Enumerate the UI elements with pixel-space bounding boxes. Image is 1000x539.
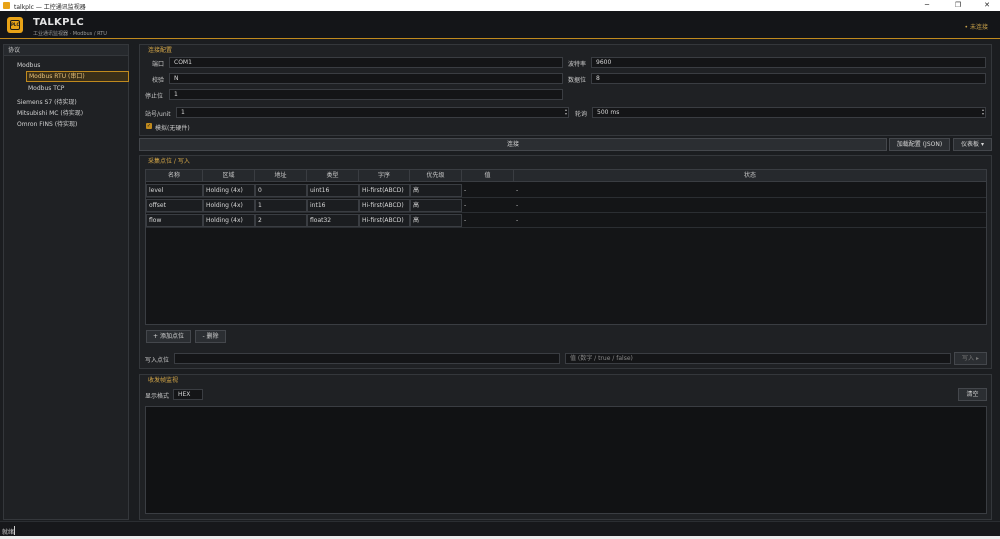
format-label: 显示格式 xyxy=(145,393,170,400)
delete-point-button[interactable]: - 删除 xyxy=(195,330,226,343)
tree-item-modbus-rtu[interactable]: Modbus RTU (串口) xyxy=(26,71,129,82)
cell-address[interactable]: 0 xyxy=(255,184,307,197)
cell-name[interactable]: flow xyxy=(146,214,203,227)
connection-section-title: 连接配置 xyxy=(148,47,173,54)
cell-area[interactable]: Holding (4x) xyxy=(203,214,255,227)
cell-value: - xyxy=(464,187,467,194)
column-header-value[interactable]: 值 xyxy=(462,170,514,182)
column-header-priority[interactable]: 优先级 xyxy=(410,170,462,182)
unit-stepper[interactable]: 1 ▴ ▾ xyxy=(176,107,569,118)
cell-area[interactable]: Holding (4x) xyxy=(203,199,255,212)
port-field[interactable]: COM1 xyxy=(169,57,563,68)
logo-text: PLC xyxy=(10,20,20,30)
cell-value: - xyxy=(464,202,467,209)
clear-button[interactable]: 清空 xyxy=(958,388,987,401)
column-header-name[interactable]: 名称 xyxy=(146,170,203,182)
poll-value: 500 ms xyxy=(597,109,620,116)
cell-order[interactable]: Hi-first(ABCD) xyxy=(359,199,410,212)
write-value-input[interactable]: 值 (数字 / true / false) xyxy=(565,353,951,364)
stopbits-label: 停止位 xyxy=(145,93,164,100)
points-section-title: 采集点位 / 写入 xyxy=(148,158,190,165)
close-button[interactable]: ✕ xyxy=(980,1,994,10)
cell-address[interactable]: 2 xyxy=(255,214,307,227)
maximize-button[interactable]: ❐ xyxy=(951,1,965,10)
cell-type[interactable]: uint16 xyxy=(307,184,359,197)
brand-name: TALKPLC xyxy=(33,17,85,28)
parity-field[interactable]: N xyxy=(169,73,563,84)
load-config-button[interactable]: 加载配置 (JSON) xyxy=(889,138,950,151)
tree-item-mitsubishi-mc[interactable]: Mitsubishi MC (待实现) xyxy=(17,108,83,117)
cell-name[interactable]: offset xyxy=(146,199,203,212)
tree-item-siemens-s7[interactable]: Siemens S7 (待实现) xyxy=(17,97,77,106)
sidebar-title: 协议 xyxy=(4,45,128,56)
frame-monitor-log[interactable] xyxy=(145,406,987,514)
tree-item-modbus[interactable]: Modbus xyxy=(17,62,40,69)
column-header-area[interactable]: 区域 xyxy=(203,170,255,182)
stopbits-field[interactable]: 1 xyxy=(169,89,563,100)
window-title-bar: talkplc — 工控通讯监视器 ─ ❐ ✕ xyxy=(0,0,1000,11)
dashboard-button[interactable]: 仪表板 ▾ xyxy=(953,138,992,151)
plc-logo-icon: PLC xyxy=(7,17,23,33)
cell-area[interactable]: Holding (4x) xyxy=(203,184,255,197)
points-table: 名称 区域 地址 类型 字序 优先级 值 状态 level Holding (4… xyxy=(145,169,987,325)
write-button[interactable]: 写入 ▸ xyxy=(954,352,987,365)
databits-label: 数据位 xyxy=(568,77,587,84)
unit-label: 站号/unit xyxy=(145,111,171,118)
simulate-label: 模拟(无硬件) xyxy=(155,125,190,132)
baud-field[interactable]: 9600 xyxy=(591,57,986,68)
baud-label: 波特率 xyxy=(568,61,587,68)
cell-status: - xyxy=(516,187,519,194)
poll-label: 轮询 xyxy=(575,111,588,118)
cell-name[interactable]: level xyxy=(146,184,203,197)
column-header-type[interactable]: 类型 xyxy=(307,170,359,182)
text-caret xyxy=(14,526,15,535)
cell-type[interactable]: float32 xyxy=(307,214,359,227)
monitor-section-title: 收发帧监视 xyxy=(148,377,179,384)
cell-address[interactable]: 1 xyxy=(255,199,307,212)
databits-field[interactable]: 8 xyxy=(591,73,986,84)
add-point-button[interactable]: + 添加点位 xyxy=(146,330,191,343)
cell-order[interactable]: Hi-first(ABCD) xyxy=(359,214,410,227)
minimize-button[interactable]: ─ xyxy=(920,1,934,10)
cell-value: - xyxy=(464,217,467,224)
protocol-sidebar: 协议 Modbus Modbus RTU (串口) Modbus TCP Sie… xyxy=(3,44,129,520)
window-title: talkplc — 工控通讯监视器 xyxy=(14,4,86,11)
app-header: PLC TALKPLC 工业通讯监视器 · Modbus / RTU • 未连接 xyxy=(0,11,1000,39)
cell-order[interactable]: Hi-first(ABCD) xyxy=(359,184,410,197)
cell-status: - xyxy=(516,217,519,224)
write-point-select[interactable] xyxy=(174,353,560,364)
cell-priority[interactable]: 高 xyxy=(410,214,462,227)
tree-item-omron-fins[interactable]: Omron FINS (待实现) xyxy=(17,119,77,128)
status-text: 就绪 xyxy=(2,529,15,536)
write-point-label: 写入点位 xyxy=(145,357,170,364)
column-header-status[interactable]: 状态 xyxy=(514,170,986,182)
parity-label: 校验 xyxy=(152,77,165,84)
cell-priority[interactable]: 高 xyxy=(410,199,462,212)
format-select[interactable]: HEX xyxy=(173,389,203,400)
poll-spin-icon[interactable]: ▴ ▾ xyxy=(982,108,984,116)
tree-item-modbus-tcp[interactable]: Modbus TCP xyxy=(28,85,64,92)
cell-priority[interactable]: 高 xyxy=(410,184,462,197)
app-icon xyxy=(3,2,10,9)
port-label: 端口 xyxy=(152,61,165,68)
simulate-checkbox[interactable]: ✓ xyxy=(146,123,152,129)
unit-spin-icon[interactable]: ▴ ▾ xyxy=(565,108,567,116)
column-header-order[interactable]: 字序 xyxy=(359,170,410,182)
app-subtitle: 工业通讯监视器 · Modbus / RTU xyxy=(33,31,107,37)
cell-type[interactable]: int16 xyxy=(307,199,359,212)
cell-status: - xyxy=(516,202,519,209)
connection-status: • 未连接 xyxy=(964,24,988,31)
connect-button[interactable]: 连接 xyxy=(139,138,887,151)
column-header-address[interactable]: 地址 xyxy=(255,170,307,182)
unit-value: 1 xyxy=(181,109,185,116)
poll-stepper[interactable]: 500 ms ▴ ▾ xyxy=(592,107,986,118)
